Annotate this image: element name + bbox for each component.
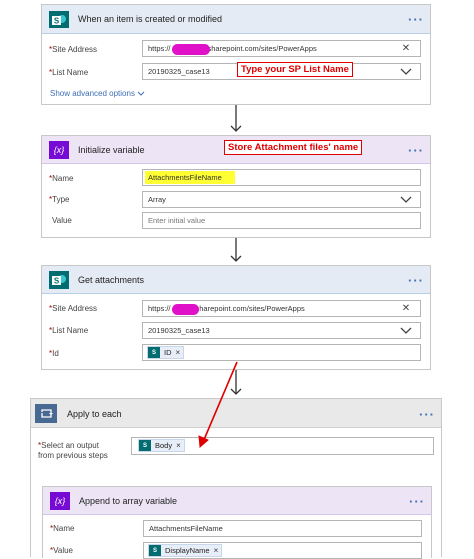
connector-arrow: [230, 238, 242, 262]
red-pointer-arrow: [198, 361, 238, 449]
flow-connectors: [198, 105, 242, 449]
connector-arrow: [230, 105, 242, 132]
